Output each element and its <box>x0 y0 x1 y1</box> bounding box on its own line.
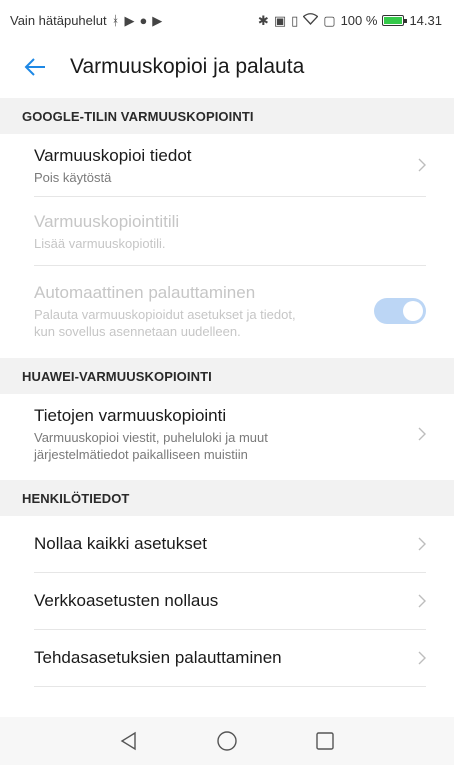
chevron-right-icon <box>412 651 426 665</box>
auto-restore-subtitle-line1: Palauta varmuuskopioidut asetukset ja ti… <box>34 307 296 322</box>
data-backup-title: Tietojen varmuuskopiointi <box>34 406 227 425</box>
auto-restore-item[interactable]: Automaattinen palauttaminen Palauta varm… <box>0 266 454 356</box>
usb-icon: ᚼ <box>111 12 120 28</box>
battery-icon <box>382 14 408 26</box>
navigation-bar <box>0 717 454 765</box>
data-backup-subtitle-line1: Varmuuskopioi viestit, puheluloki ja muu… <box>34 430 268 445</box>
status-left: Vain hätäpuhelut ᚼ ▶ ● ▶ <box>10 13 162 28</box>
wifi-icon <box>302 13 319 27</box>
reset-all-settings-item[interactable]: Nollaa kaikki asetukset <box>0 516 454 572</box>
network-reset-text: Verkkoasetusten nollaus <box>34 590 412 612</box>
auto-restore-subtitle-line2: kun sovellus asennetaan uudelleen. <box>34 324 241 339</box>
data-backup-item[interactable]: Tietojen varmuuskopiointi Varmuuskopioi … <box>0 394 454 474</box>
reset-all-settings-text: Nollaa kaikki asetukset <box>34 533 412 555</box>
app-bar: Varmuuskopioi ja palauta <box>0 40 454 94</box>
notification-icon: ▶ <box>152 12 163 28</box>
backup-account-text: Varmuuskopiointitili Lisää varmuuskopiot… <box>34 211 426 252</box>
auto-restore-toggle[interactable] <box>374 298 426 324</box>
auto-restore-text: Automaattinen palauttaminen Palauta varm… <box>34 282 360 340</box>
carrier-text: Vain hätäpuhelut <box>10 12 107 28</box>
home-circle-icon[interactable] <box>214 728 240 754</box>
backup-data-title: Varmuuskopioi tiedot <box>34 145 192 165</box>
network-reset-item[interactable]: Verkkoasetusten nollaus <box>0 573 454 629</box>
section-header-personal-data: HENKILÖTIEDOT <box>0 480 454 516</box>
network-reset-title: Verkkoasetusten nollaus <box>34 591 219 610</box>
data-backup-subtitle-line2: järjestelmätiedot paikalliseen muistiin <box>34 447 248 462</box>
section-header-google-backup: GOOGLE-TILIN VARMUUSKOPIOINTI <box>0 98 454 134</box>
divider <box>34 686 426 687</box>
backup-account-item[interactable]: Varmuuskopiointitili Lisää varmuuskopiot… <box>0 197 454 265</box>
data-backup-text: Tietojen varmuuskopiointi Varmuuskopioi … <box>34 405 412 463</box>
notification-icon: ▶ <box>124 12 135 28</box>
backup-data-text: Varmuuskopioi tiedot Pois käytöstä <box>34 145 412 186</box>
factory-reset-item[interactable]: Tehdasasetuksien palauttaminen <box>0 630 454 686</box>
backup-data-subtitle: Pois käytöstä <box>34 169 112 185</box>
back-triangle-icon[interactable] <box>116 728 142 754</box>
backup-account-title: Varmuuskopiointitili <box>34 211 180 231</box>
chevron-right-icon <box>412 594 426 608</box>
recents-square-icon[interactable] <box>312 728 338 754</box>
chevron-right-icon <box>412 427 426 441</box>
chevron-right-icon <box>412 158 426 172</box>
battery-saver-icon: ▢ <box>323 12 336 28</box>
bluetooth-icon: ✱ <box>257 12 269 28</box>
backup-account-subtitle: Lisää varmuuskopiotili. <box>34 235 166 251</box>
battery-percent: 100 % <box>340 12 378 28</box>
chevron-right-icon <box>412 537 426 551</box>
status-right: ✱ ▣ ▯ ▢ 100 % 14.31 <box>258 13 442 28</box>
vibrate-icon: ▯ <box>291 12 299 28</box>
factory-reset-title: Tehdasasetuksien palauttaminen <box>34 648 282 667</box>
backup-data-item[interactable]: Varmuuskopioi tiedot Pois käytöstä <box>0 134 454 196</box>
factory-reset-text: Tehdasasetuksien palauttaminen <box>34 647 412 669</box>
reset-all-settings-title: Nollaa kaikki asetukset <box>34 534 207 553</box>
vpn-icon: ● <box>139 12 148 28</box>
back-arrow-icon[interactable] <box>22 54 48 80</box>
clock: 14.31 <box>409 12 442 28</box>
nfc-icon: ▣ <box>273 12 287 28</box>
status-bar: Vain hätäpuhelut ᚼ ▶ ● ▶ ✱ ▣ ▯ ▢ 100 % 1… <box>0 0 454 40</box>
settings-screen: Vain hätäpuhelut ᚼ ▶ ● ▶ ✱ ▣ ▯ ▢ 100 % 1… <box>0 0 454 765</box>
page-title: Varmuuskopioi ja palauta <box>70 55 305 78</box>
section-header-huawei-backup: HUAWEI-VARMUUSKOPIOINTI <box>0 358 454 394</box>
auto-restore-title: Automaattinen palauttaminen <box>34 283 256 302</box>
